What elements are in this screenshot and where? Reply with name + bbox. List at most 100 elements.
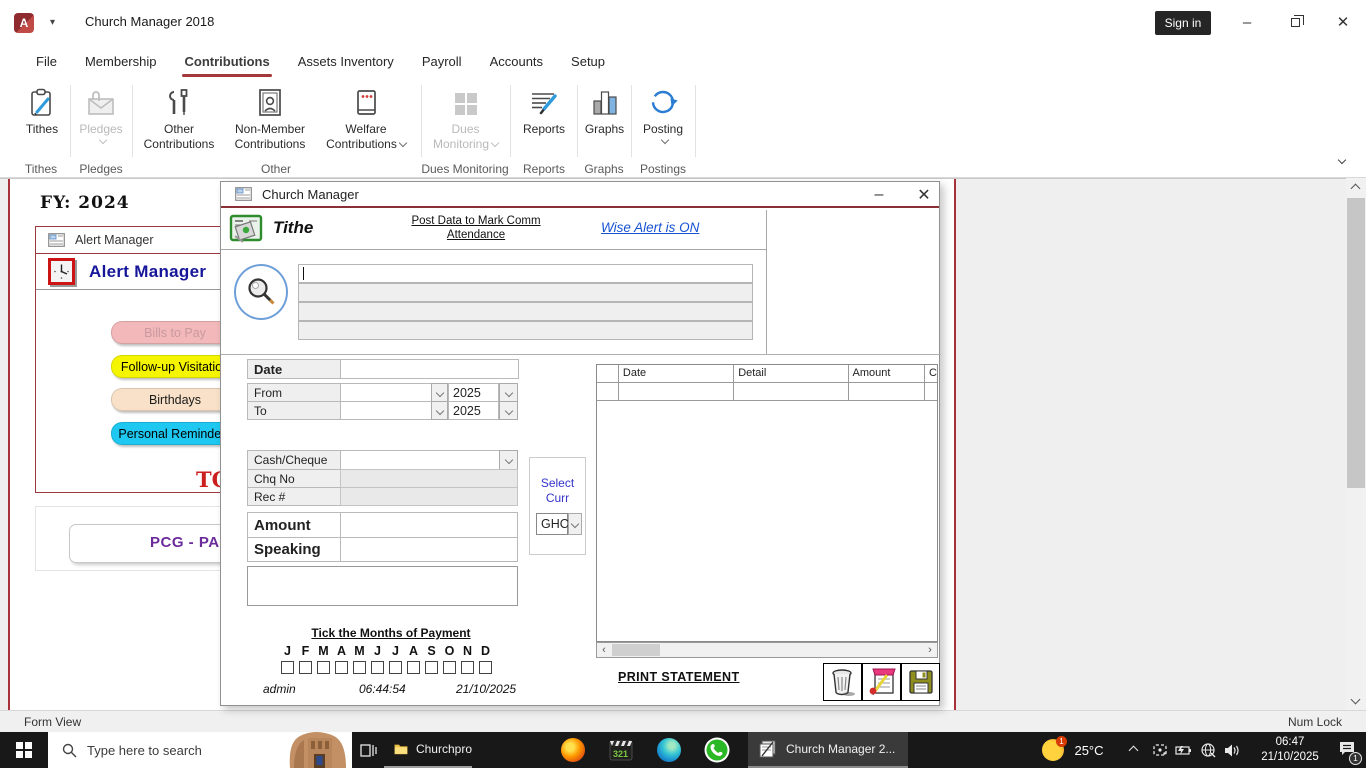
tray-network-button[interactable]	[1196, 732, 1220, 768]
search-input[interactable]	[298, 264, 753, 283]
post-disk-icon[interactable]	[229, 214, 265, 246]
weather-button[interactable]: 1	[1038, 732, 1068, 768]
taskbar-item-firefox[interactable]	[558, 732, 588, 768]
cell-clipped[interactable]	[925, 383, 937, 401]
month-checkbox[interactable]	[443, 661, 456, 674]
notes-textarea[interactable]	[247, 566, 518, 606]
speaking-input[interactable]	[340, 537, 518, 562]
month-checkbox[interactable]	[389, 661, 402, 674]
print-statement-link[interactable]: PRINT STATEMENT	[618, 670, 740, 684]
ribbon-dues-monitoring-button[interactable]: Dues Monitoring	[425, 84, 506, 152]
ribbon-pledges-button[interactable]: Pledges	[74, 84, 128, 145]
ribbon-other-contributions-button[interactable]: Other Contributions	[136, 84, 222, 152]
ribbon-collapse-chevron-icon[interactable]	[1336, 152, 1354, 166]
month-checkbox[interactable]	[317, 661, 330, 674]
taskbar-clock[interactable]: 06:47 21/10/2025	[1248, 735, 1332, 765]
month-checkbox[interactable]	[461, 661, 474, 674]
scroll-left-arrow-icon[interactable]: ‹	[597, 644, 611, 656]
search-button[interactable]	[234, 264, 288, 320]
date-input[interactable]	[340, 359, 519, 379]
to-year-select[interactable]: 2025	[448, 401, 499, 420]
to-year-dropdown-button[interactable]	[499, 401, 518, 420]
scroll-up-arrow-icon[interactable]	[1350, 183, 1361, 194]
dialog-titlebar[interactable]: Church Manager	[221, 182, 939, 208]
ribbon-welfare-contributions-button[interactable]: Welfare Contributions	[318, 84, 414, 152]
taskbar-item-church-manager[interactable]: Church Manager 2...	[748, 732, 908, 768]
dialog-minimize-button[interactable]: –	[866, 185, 892, 205]
menu-contributions[interactable]: Contributions	[170, 46, 283, 79]
notification-center-button[interactable]: 1	[1332, 732, 1362, 768]
menu-membership[interactable]: Membership	[71, 46, 171, 79]
from-year-dropdown-button[interactable]	[499, 383, 518, 402]
cell-date[interactable]	[618, 383, 735, 401]
taskbar-item-whatsapp[interactable]	[702, 732, 732, 768]
main-vertical-scrollbar[interactable]	[1346, 178, 1366, 710]
scrollbar-thumb[interactable]	[612, 644, 660, 656]
form-icon	[235, 187, 252, 201]
quick-access-caret-icon[interactable]: ▾	[50, 17, 55, 28]
dialog-close-button[interactable]: ✕	[911, 185, 937, 205]
month-checkbox[interactable]	[299, 661, 312, 674]
scrollbar-thumb[interactable]	[1347, 198, 1365, 488]
taskbar-item-churchpro[interactable]: Churchpro	[384, 732, 472, 768]
row-selector[interactable]	[597, 383, 619, 401]
select-curr-label[interactable]: Select Curr	[530, 476, 585, 506]
scroll-right-arrow-icon[interactable]: ›	[923, 644, 937, 656]
taskbar-item-media-player[interactable]: 321	[606, 732, 636, 768]
month-checkbox[interactable]	[353, 661, 366, 674]
to-month-select[interactable]	[340, 401, 432, 420]
menu-setup[interactable]: Setup	[557, 46, 619, 79]
currency-value[interactable]: GHC	[536, 513, 569, 535]
scroll-down-arrow-icon[interactable]	[1350, 694, 1361, 705]
from-year-select[interactable]: 2025	[448, 383, 499, 402]
access-app-icon[interactable]: A	[14, 13, 34, 33]
statement-table[interactable]: Date Detail Amount C A	[596, 364, 938, 642]
menu-payroll[interactable]: Payroll	[408, 46, 476, 79]
wise-alert-link[interactable]: Wise Alert is ON	[601, 220, 699, 235]
cash-cheque-select[interactable]	[340, 450, 500, 470]
from-month-dropdown-button[interactable]	[431, 383, 448, 402]
tray-volume-button[interactable]	[1220, 732, 1244, 768]
post-data-link[interactable]: Post Data to Mark Comm Attendance	[381, 214, 571, 242]
close-button[interactable]: ✕	[1328, 12, 1358, 32]
cell-detail[interactable]	[734, 383, 849, 401]
cell-amount[interactable]	[848, 383, 926, 401]
from-month-select[interactable]	[340, 383, 432, 402]
sign-in-button[interactable]: Sign in	[1155, 11, 1211, 35]
delete-record-button[interactable]	[823, 663, 862, 701]
tray-battery-button[interactable]	[1172, 732, 1196, 768]
tray-expand-button[interactable]	[1120, 732, 1146, 768]
to-month-dropdown-button[interactable]	[431, 401, 448, 420]
search-highlight-image[interactable]	[280, 732, 352, 768]
menu-file[interactable]: File	[22, 46, 71, 79]
month-checkbox[interactable]	[479, 661, 492, 674]
weather-temp[interactable]: 25°C	[1068, 732, 1110, 768]
cash-cheque-dropdown-button[interactable]	[499, 450, 518, 470]
taskbar-item-edge[interactable]	[654, 732, 684, 768]
minimize-button[interactable]: –	[1232, 12, 1262, 32]
month-checkbox[interactable]	[407, 661, 420, 674]
taskbar-search-box[interactable]: Type here to search	[48, 732, 352, 768]
month-checkbox[interactable]	[281, 661, 294, 674]
save-record-button[interactable]	[901, 663, 940, 701]
ribbon-posting-button[interactable]: Posting	[635, 84, 691, 145]
currency-dropdown-button[interactable]	[568, 513, 582, 535]
table-horizontal-scrollbar[interactable]: ‹ ›	[596, 642, 938, 658]
month-checkbox[interactable]	[425, 661, 438, 674]
amount-input[interactable]	[340, 512, 518, 538]
tray-teams-button[interactable]	[1148, 732, 1172, 768]
month-checkbox[interactable]	[335, 661, 348, 674]
restore-button[interactable]	[1280, 12, 1310, 32]
ribbon-graphs-button[interactable]: Graphs	[581, 84, 628, 137]
menu-accounts[interactable]: Accounts	[476, 46, 557, 79]
menu-assets-inventory[interactable]: Assets Inventory	[284, 46, 408, 79]
ribbon-reports-button[interactable]: Reports	[514, 84, 574, 137]
footer-user: admin	[263, 682, 296, 696]
firefox-icon	[561, 738, 585, 762]
start-button[interactable]	[0, 732, 48, 768]
edit-record-button[interactable]	[862, 663, 901, 701]
month-checkbox[interactable]	[371, 661, 384, 674]
task-view-button[interactable]	[352, 732, 384, 768]
ribbon-non-member-contributions-button[interactable]: Non-Member Contributions	[226, 84, 314, 152]
ribbon-tithes-button[interactable]: Tithes	[16, 84, 68, 137]
